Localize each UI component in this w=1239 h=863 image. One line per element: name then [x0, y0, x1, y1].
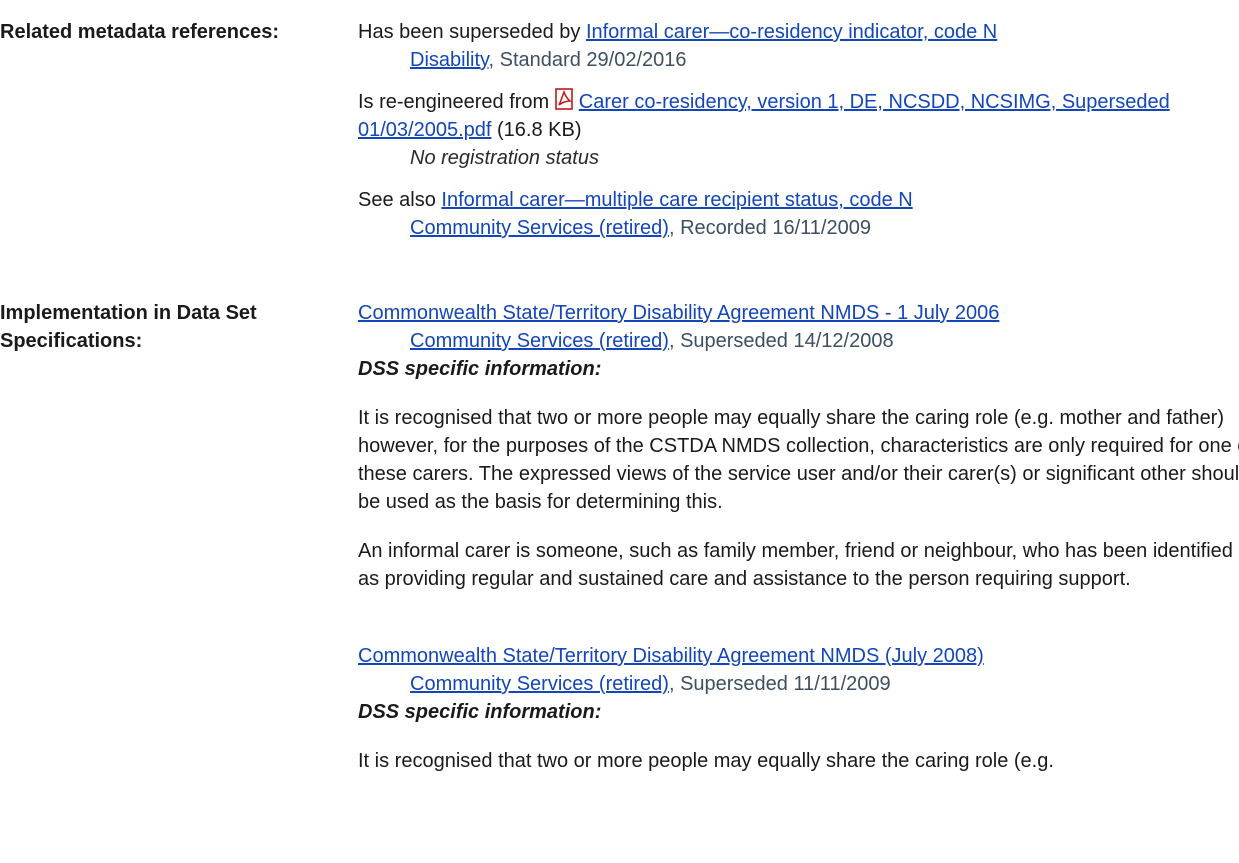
superseded-reg-link[interactable]: Disability: [410, 49, 489, 71]
dss-entry: Commonwealth State/Territory Disability …: [358, 299, 1239, 593]
see-also-link[interactable]: Informal carer—multiple care recipient s…: [441, 189, 912, 211]
dss-entry: Commonwealth State/Territory Disability …: [358, 642, 1239, 775]
implementation-label-text: Implementation in Data Set Specification…: [0, 302, 257, 352]
see-also-entry: See also Informal carer—multiple care re…: [358, 186, 1239, 242]
dss-specific-heading: DSS specific information:: [358, 358, 602, 380]
reengineered-prefix: Is re-engineered from: [358, 91, 555, 113]
related-metadata-content: Has been superseded by Informal carer—co…: [358, 18, 1239, 256]
dss-reg-text: , Superseded 14/12/2008: [668, 330, 894, 352]
dss-registration: Community Services (retired), Superseded…: [358, 327, 1239, 355]
file-size: (16.8 KB): [491, 119, 582, 141]
dss-reg-text: , Superseded 11/11/2009: [668, 673, 891, 695]
implementation-content: Commonwealth State/Territory Disability …: [358, 299, 1239, 775]
dss-paragraph: An informal carer is someone, such as fa…: [358, 540, 1233, 590]
related-metadata-label: Related metadata references:: [0, 18, 300, 46]
see-also-reg-link[interactable]: Community Services (retired): [410, 217, 669, 239]
dss-paragraph: It is recognised that two or more people…: [358, 407, 1239, 513]
implementation-label: Implementation in Data Set Specification…: [0, 299, 360, 355]
reengineered-entry: Is re-engineered from Carer co-residency…: [358, 88, 1239, 172]
dss-reg-link[interactable]: Community Services (retired): [410, 330, 669, 352]
dss-registration: Community Services (retired), Superseded…: [358, 670, 1239, 698]
dss-link[interactable]: Commonwealth State/Territory Disability …: [358, 302, 999, 324]
see-also-prefix: See also: [358, 189, 442, 211]
related-metadata-label-text: Related metadata references:: [0, 21, 280, 43]
dss-reg-link[interactable]: Community Services (retired): [410, 673, 669, 695]
superseded-reg-text: , Standard 29/02/2016: [488, 49, 687, 71]
superseded-registration: Disability, Standard 29/02/2016: [358, 46, 1239, 74]
superseded-entry: Has been superseded by Informal carer—co…: [358, 18, 1239, 74]
dss-paragraph: It is recognised that two or more people…: [358, 750, 1054, 772]
see-also-registration: Community Services (retired), Recorded 1…: [358, 214, 1239, 242]
registration-status: No registration status: [410, 147, 599, 169]
superseded-prefix: Has been superseded by: [358, 21, 586, 43]
dss-link[interactable]: Commonwealth State/Territory Disability …: [358, 645, 984, 667]
dss-specific-heading: DSS specific information:: [358, 701, 602, 723]
see-also-reg-text: , Recorded 16/11/2009: [668, 217, 871, 239]
pdf-icon: [554, 88, 573, 110]
superseded-link[interactable]: Informal carer—co-residency indicator, c…: [586, 21, 997, 43]
